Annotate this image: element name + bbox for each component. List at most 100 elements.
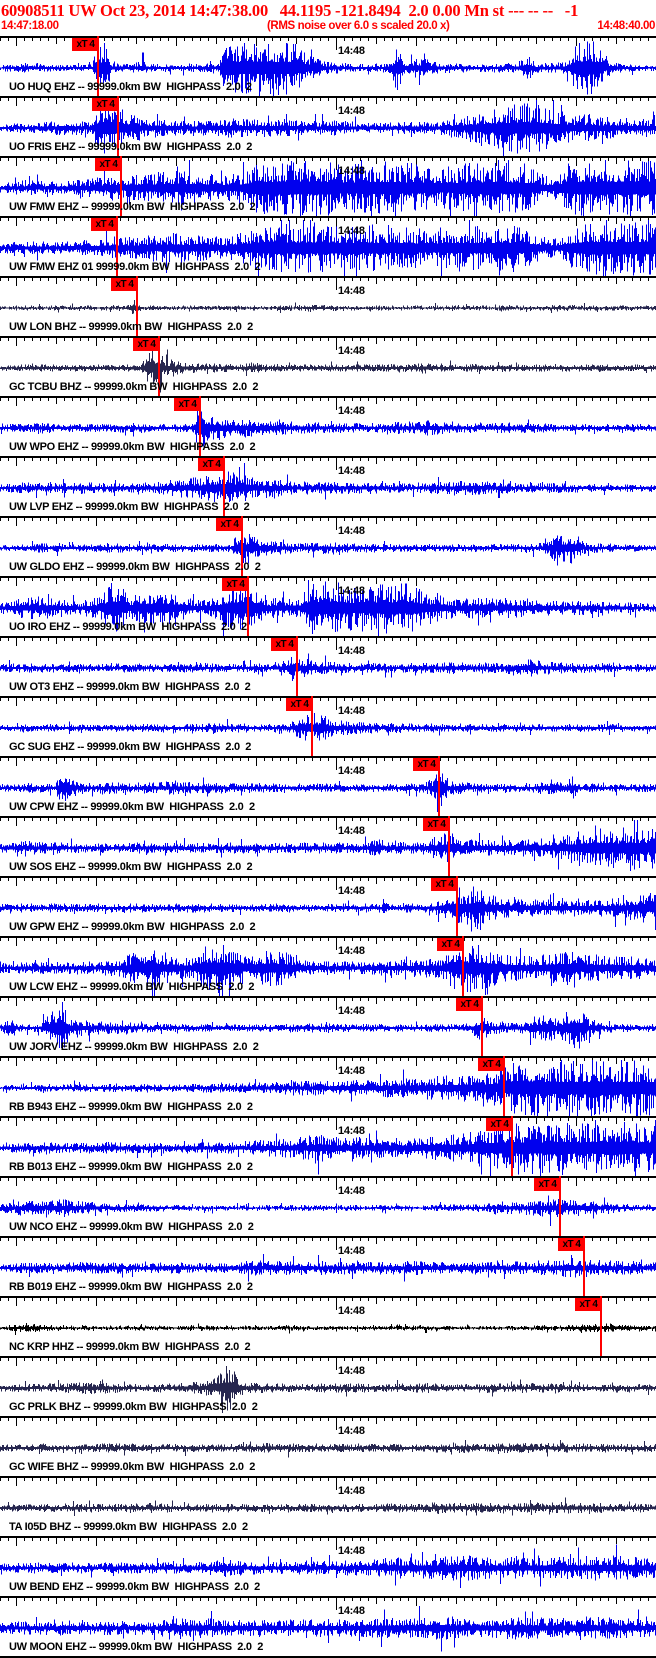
minute-label: 14:48 — [338, 1545, 365, 1557]
axis-ticks — [0, 1057, 656, 1070]
axis-ticks — [0, 757, 656, 770]
pick-flag[interactable]: xT 4 — [133, 338, 160, 351]
minute-label: 14:48 — [338, 1185, 365, 1197]
pick-flag[interactable]: xT 4 — [216, 518, 243, 531]
station-label: UW JORV EHZ -- 99999.0km BW HIGHPASS 2.0… — [9, 1041, 259, 1053]
station-label: UW FMW EHZ 01 99999.0km BW HIGHPASS 2.0 … — [9, 261, 261, 273]
window-start-time: 14:47:18.00 — [1, 20, 59, 32]
station-label: GC SUG EHZ -- 99999.0km BW HIGHPASS 2.0 … — [9, 741, 252, 753]
trace-row: xT 4 14:48 UW JORV EHZ -- 99999.0km BW HIG… — [0, 996, 656, 1056]
trace-row: xT 4 14:48 UO HUQ EHZ -- 99999.0km BW HIGH… — [0, 36, 656, 96]
axis-ticks — [0, 457, 656, 470]
pick-flag[interactable]: xT 4 — [431, 878, 458, 891]
pick-flag[interactable]: xT 4 — [91, 218, 118, 231]
pick-flag[interactable]: xT 4 — [271, 638, 298, 651]
axis-ticks — [0, 1297, 656, 1310]
station-label: UW SOS EHZ -- 99999.0km BW HIGHPASS 2.0 … — [9, 861, 253, 873]
trace-row: xT 4 14:48 UW WPO EHZ -- 99999.0km BW HIGH… — [0, 396, 656, 456]
trace-row: xT 4 14:48 UW LCW EHZ -- 99999.0km BW HIGH… — [0, 936, 656, 996]
event-header: 60908511 UW Oct 23, 2014 14:47:38.00 44.… — [1, 1, 579, 20]
pick-flag[interactable]: xT 4 — [575, 1298, 602, 1311]
pick-flag[interactable]: xT 4 — [423, 818, 450, 831]
trace-row: xT 4 14:48 UW LVP EHZ -- 99999.0km BW HIGH… — [0, 456, 656, 516]
pick-flag[interactable]: xT 4 — [456, 998, 483, 1011]
scale-note: (RMS noise over 6.0 s scaled 20.0 x) — [267, 20, 450, 32]
axis-ticks — [0, 877, 656, 890]
pick-flag[interactable]: xT 4 — [92, 98, 119, 111]
axis-ticks — [0, 817, 656, 830]
minute-label: 14:48 — [338, 1065, 365, 1077]
axis-ticks — [0, 1117, 656, 1130]
waveform-trace — [0, 462, 656, 503]
axis-ticks — [0, 517, 656, 530]
minute-label: 14:48 — [338, 45, 365, 57]
station-label: RB B013 EHZ -- 99999.0km BW HIGHPASS 2.0… — [9, 1161, 253, 1173]
minute-label: 14:48 — [338, 705, 365, 717]
trace-row: xT 4 14:48 UW FMW EHZ -- 99999.0km BW HIGH… — [0, 156, 656, 216]
trace-row: xT 4 14:48 RB B943 EHZ -- 99999.0km BW HIG… — [0, 1056, 656, 1116]
minute-label: 14:48 — [338, 765, 365, 777]
station-label: UO FRIS EHZ -- 99999.0km BW HIGHPASS 2.0… — [9, 141, 253, 153]
station-label: TA I05D BHZ -- 99999.0km BW HIGHPASS 2.0… — [9, 1521, 248, 1533]
minute-label: 14:48 — [338, 465, 365, 477]
pick-flag[interactable]: xT 4 — [72, 38, 99, 51]
pick-flag[interactable]: xT 4 — [95, 158, 122, 171]
axis-ticks — [0, 1537, 656, 1550]
axis-ticks — [0, 577, 656, 590]
axis-ticks — [0, 637, 656, 650]
trace-row: xT 4 14:48 UW NCO EHZ -- 99999.0km BW HIGH… — [0, 1176, 656, 1236]
trace-row: xT 4 14:48 UW CPW EHZ -- 99999.0km BW HIGH… — [0, 756, 656, 816]
minute-label: 14:48 — [338, 585, 365, 597]
waveform-trace — [0, 300, 656, 315]
pick-flag[interactable]: xT 4 — [111, 278, 138, 291]
pick-flag[interactable]: xT 4 — [486, 1118, 513, 1131]
pick-flag[interactable]: xT 4 — [534, 1178, 561, 1191]
station-label: UW GLDO EHZ -- 99999.0km BW HIGHPASS 2.0… — [9, 561, 261, 573]
axis-ticks — [0, 397, 656, 410]
trace-row: xT 4 14:48 UW LON BHZ -- 99999.0km BW HIGH… — [0, 276, 656, 336]
pick-flag[interactable]: xT 4 — [437, 938, 464, 951]
pick-flag[interactable]: xT 4 — [478, 1058, 505, 1071]
pick-flag[interactable]: xT 4 — [174, 398, 201, 411]
trace-row: 14:48 TA I05D BHZ -- 99999.0km BW HIGHPAS… — [0, 1476, 656, 1536]
axis-ticks — [0, 697, 656, 710]
station-label: UW GPW EHZ -- 99999.0km BW HIGHPASS 2.0 … — [9, 921, 256, 933]
pick-flag[interactable]: xT 4 — [286, 698, 313, 711]
minute-label: 14:48 — [338, 285, 365, 297]
seismogram-viewer: 60908511 UW Oct 23, 2014 14:47:38.00 44.… — [0, 0, 656, 1658]
minute-label: 14:48 — [338, 1485, 365, 1497]
minute-label: 14:48 — [338, 1245, 365, 1257]
station-label: GC PRLK BHZ -- 99999.0km BW HIGHPASS 2.0… — [9, 1401, 258, 1413]
trace-row: xT 4 14:48 UW SOS EHZ -- 99999.0km BW HIGH… — [0, 816, 656, 876]
pick-flag[interactable]: xT 4 — [222, 578, 249, 591]
trace-row: xT 4 14:48 GC SUG EHZ -- 99999.0km BW HIGH… — [0, 696, 656, 756]
station-label: NC KRP HHZ -- 99999.0km BW HIGHPASS 2.0 … — [9, 1341, 251, 1353]
minute-label: 14:48 — [338, 1305, 365, 1317]
trace-row: xT 4 14:48 GC TCBU BHZ -- 99999.0km BW HIG… — [0, 336, 656, 396]
window-end-time: 14:48:40.00 — [597, 20, 655, 32]
minute-label: 14:48 — [338, 225, 365, 237]
station-label: UO IRO EHZ -- 99999.0km BW HIGHPASS 2.0 … — [9, 621, 247, 633]
station-label: UW CPW EHZ -- 99999.0km BW HIGHPASS 2.0 … — [9, 801, 255, 813]
station-label: RB B943 EHZ -- 99999.0km BW HIGHPASS 2.0… — [9, 1101, 253, 1113]
minute-label: 14:48 — [338, 945, 365, 957]
axis-ticks — [0, 1477, 656, 1490]
minute-label: 14:48 — [338, 1125, 365, 1137]
axis-ticks — [0, 1597, 656, 1610]
trace-row: xT 4 14:48 RB B019 EHZ -- 99999.0km BW HIG… — [0, 1236, 656, 1296]
trace-row: 14:48 UW BEND EHZ -- 99999.0km BW HIGHPAS… — [0, 1536, 656, 1596]
station-label: UW LCW EHZ -- 99999.0km BW HIGHPASS 2.0 … — [9, 981, 255, 993]
waveform-trace — [0, 1323, 656, 1336]
minute-label: 14:48 — [338, 525, 365, 537]
axis-ticks — [0, 1417, 656, 1430]
waveform-trace — [0, 1497, 656, 1516]
minute-label: 14:48 — [338, 1605, 365, 1617]
pick-flag[interactable]: xT 4 — [198, 458, 225, 471]
waveform-trace — [0, 1439, 656, 1458]
pick-flag[interactable]: xT 4 — [558, 1238, 585, 1251]
trace-row: xT 4 14:48 UO FRIS EHZ -- 99999.0km BW HIG… — [0, 96, 656, 156]
station-label: UW WPO EHZ -- 99999.0km BW HIGHPASS 2.0 … — [9, 441, 256, 453]
pick-flag[interactable]: xT 4 — [413, 758, 440, 771]
minute-label: 14:48 — [338, 645, 365, 657]
axis-ticks — [0, 997, 656, 1010]
